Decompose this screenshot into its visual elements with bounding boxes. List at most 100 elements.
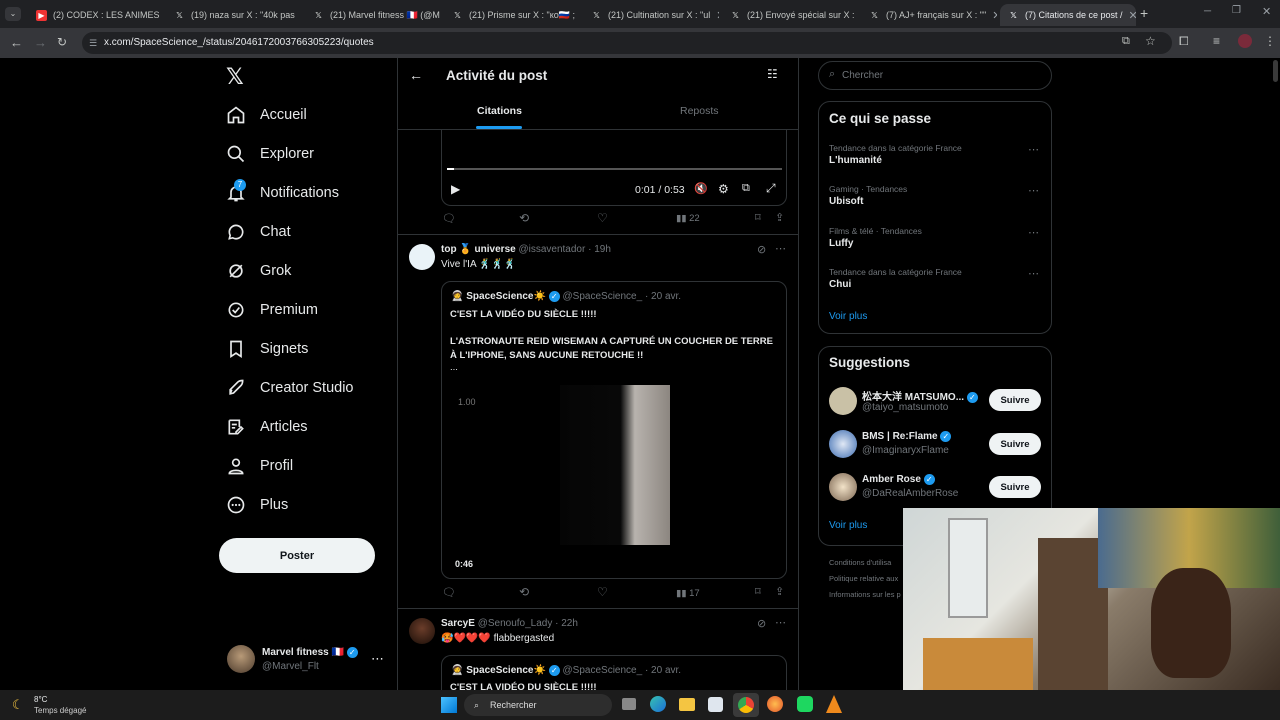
footer-link-info[interactable]: Informations sur les p	[829, 590, 901, 599]
follow-button[interactable]: Suivre	[989, 433, 1041, 455]
tab-search-icon[interactable]: ⌄	[5, 7, 21, 21]
trend-name[interactable]: Chui	[829, 279, 851, 290]
share-icon[interactable]: ⇪	[775, 211, 784, 224]
bookmark-star-icon[interactable]: ☆	[1145, 34, 1156, 48]
browser-tab[interactable]: 𝕏(21) Cultination sur X : "ul✕	[583, 4, 719, 26]
media-controls-icon[interactable]: ≡	[1213, 34, 1220, 48]
footer-link-terms[interactable]: Conditions d'utilisa	[829, 558, 891, 567]
trends-see-more-link[interactable]: Voir plus	[829, 311, 867, 322]
close-window-icon[interactable]: ✕	[1262, 5, 1271, 18]
chrome-taskbar-active[interactable]	[733, 693, 759, 717]
url-input[interactable]: ☰ x.com/SpaceScience_/status/204617200376…	[82, 32, 1172, 54]
tab-reposts[interactable]: Reposts	[680, 105, 719, 117]
suggestion-name[interactable]: 松本大洋 MATSUMO... ✓	[862, 388, 978, 403]
trend-name[interactable]: L'humanité	[829, 155, 882, 166]
suggestion-avatar[interactable]	[829, 430, 857, 458]
nav-creator-studio[interactable]: Creator Studio	[226, 378, 354, 398]
close-tab-icon[interactable]: ✕	[1129, 9, 1136, 22]
new-tab-icon[interactable]: +	[1140, 5, 1148, 21]
tweet-timestamp[interactable]: · 22h	[555, 618, 578, 629]
trend-more-icon[interactable]: ⋯	[1028, 184, 1039, 197]
forward-icon[interactable]: →	[34, 35, 47, 50]
browser-tab[interactable]: 𝕏(21) Envoyé spécial sur X :✕	[722, 4, 858, 26]
taskbar-search[interactable]: ⌕ Rechercher	[464, 694, 612, 716]
bookmark-icon[interactable]: ⌑	[755, 211, 761, 224]
close-tab-icon[interactable]: ✕	[992, 9, 997, 22]
browser-tab[interactable]: 𝕏 (7) AJ+ français sur X : "" ✕	[861, 4, 997, 26]
picture-in-picture-icon[interactable]: ⧉	[742, 182, 750, 195]
nav-bookmarks[interactable]: Signets	[226, 339, 308, 359]
grok-icon[interactable]: ⊘	[757, 617, 766, 630]
browser-tab-active[interactable]: 𝕏 (7) Citations de ce post / ✕	[1000, 4, 1136, 26]
like-icon[interactable]: ♡	[597, 585, 608, 599]
minimize-icon[interactable]: ─	[1204, 6, 1211, 17]
windows-start-icon[interactable]	[441, 697, 457, 713]
firefox-icon[interactable]	[767, 696, 783, 712]
extensions-icon[interactable]: ⧠	[1179, 34, 1189, 49]
back-arrow-icon[interactable]: ←	[409, 67, 423, 83]
nav-grok[interactable]: Grok	[226, 261, 291, 281]
nav-profile[interactable]: Profil	[226, 456, 293, 476]
like-icon[interactable]: ♡	[597, 211, 608, 225]
footer-link-policy[interactable]: Politique relative aux	[829, 574, 898, 583]
more-options-icon[interactable]: ⋯	[775, 242, 786, 255]
suggestion-avatar[interactable]	[829, 473, 857, 501]
account-menu-icon[interactable]: ⋯	[371, 651, 384, 667]
close-tab-icon[interactable]: ✕	[716, 9, 719, 22]
app-icon[interactable]	[797, 696, 813, 712]
page-scrollbar[interactable]	[1273, 60, 1278, 82]
follow-button[interactable]: Suivre	[989, 389, 1041, 411]
trend-name[interactable]: Ubisoft	[829, 196, 863, 207]
reply-icon[interactable]: 🗨	[442, 586, 456, 599]
repost-icon[interactable]: ⟲	[519, 211, 529, 225]
reload-icon[interactable]: ↻	[57, 35, 67, 49]
views-count[interactable]: ▮▮ 22	[676, 213, 700, 224]
tweet-avatar[interactable]	[409, 244, 435, 270]
profile-avatar[interactable]	[1238, 34, 1252, 48]
account-name[interactable]: Marvel fitness 🇫🇷 ✓	[262, 647, 358, 658]
search-input[interactable]: ⌕ Chercher	[818, 61, 1052, 90]
browser-tab[interactable]: ▶(2) CODEX : LES ANIMES✕	[28, 4, 164, 26]
bookmark-icon[interactable]: ⌑	[755, 585, 761, 598]
vlc-icon[interactable]	[826, 695, 842, 713]
repost-icon[interactable]: ⟲	[519, 585, 529, 599]
store-icon[interactable]	[708, 697, 723, 712]
browser-menu-icon[interactable]: ⋮	[1264, 34, 1276, 48]
video-player[interactable]: ▶ 0:01 / 0:53 🔇 ⚙ ⧉ ⤢	[441, 130, 787, 206]
nav-home[interactable]: Accueil	[226, 105, 307, 125]
more-options-icon[interactable]: ⋯	[775, 616, 786, 629]
follow-button[interactable]: Suivre	[989, 476, 1041, 498]
quote-video[interactable]: 1.00 0:46	[442, 382, 786, 578]
file-explorer-icon[interactable]	[679, 698, 695, 711]
tweet-timestamp[interactable]: · 19h	[588, 244, 611, 255]
nav-explore[interactable]: Explorer	[226, 144, 314, 164]
browser-tab[interactable]: 𝕏(21) Marvel fitness 🇫🇷 (@M✕	[305, 4, 441, 26]
suggestions-see-more-link[interactable]: Voir plus	[829, 520, 867, 531]
trend-name[interactable]: Luffy	[829, 238, 853, 249]
edge-icon[interactable]	[650, 696, 666, 712]
install-app-icon[interactable]: ⧉	[1122, 35, 1130, 48]
x-logo-icon[interactable]: 𝕏	[226, 64, 244, 90]
weather-desc[interactable]: Temps dégagé	[34, 706, 86, 715]
settings-gear-icon[interactable]: ⚙	[718, 182, 729, 196]
reply-icon[interactable]: 🗨	[442, 212, 456, 225]
fullscreen-icon[interactable]: ⤢	[766, 181, 776, 196]
suggestion-name[interactable]: Amber Rose ✓	[862, 474, 935, 485]
nav-premium[interactable]: Premium	[226, 300, 318, 320]
account-avatar[interactable]	[227, 645, 255, 673]
video-progress-track[interactable]	[447, 168, 782, 170]
filter-settings-icon[interactable]: ☷	[767, 67, 778, 81]
tweet-author-handle[interactable]: @issaventador	[518, 244, 585, 255]
tab-quotes[interactable]: Citations	[477, 105, 522, 117]
quoted-tweet[interactable]: 🧑‍🚀 SpaceScience☀️ ✓ @SpaceScience_ · 20…	[441, 281, 787, 579]
tweet-author-name[interactable]: SarcyE	[441, 618, 475, 629]
share-icon[interactable]: ⇪	[775, 585, 784, 598]
moon-weather-icon[interactable]: ☾	[12, 697, 24, 713]
trend-more-icon[interactable]: ⋯	[1028, 267, 1039, 280]
weather-temp[interactable]: 8°C	[34, 695, 47, 704]
play-icon[interactable]: ▶	[451, 182, 460, 196]
trend-more-icon[interactable]: ⋯	[1028, 143, 1039, 156]
suggestion-avatar[interactable]	[829, 387, 857, 415]
task-view-icon[interactable]	[622, 698, 636, 710]
maximize-icon[interactable]: ❐	[1232, 5, 1241, 16]
